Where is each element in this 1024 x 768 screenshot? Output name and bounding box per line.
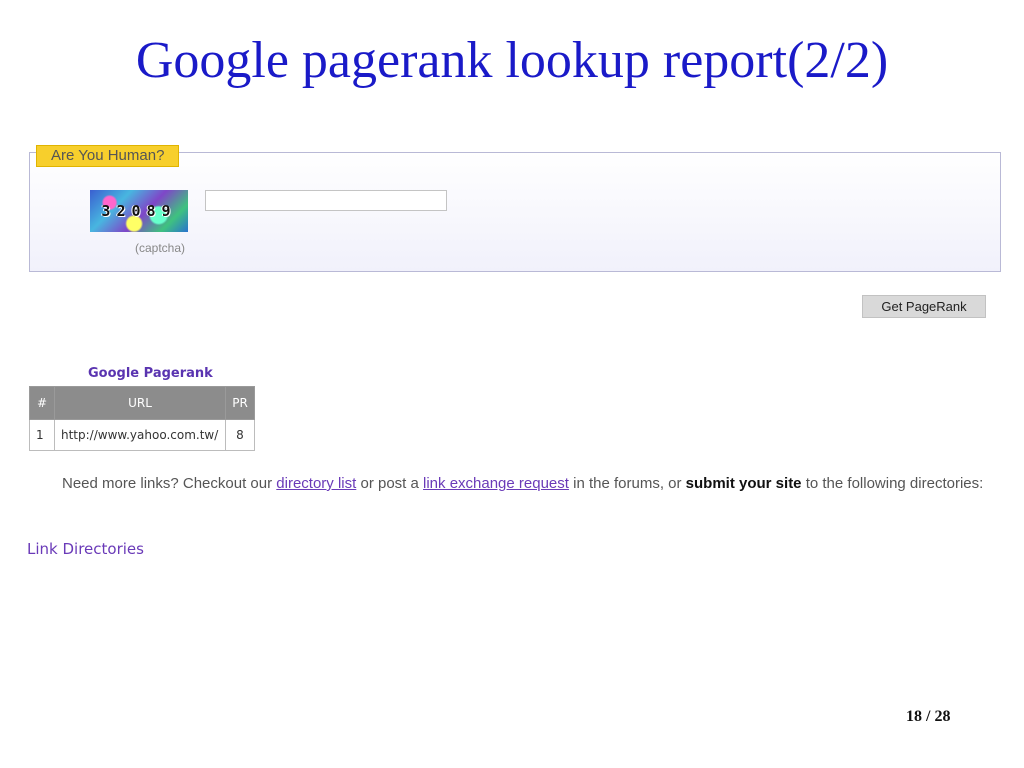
header-index: # [29,386,55,420]
get-pagerank-button[interactable]: Get PageRank [862,295,986,318]
link-directories-link[interactable]: Link Directories [27,540,144,558]
captcha-input[interactable] [205,190,447,211]
captcha-caption: (captcha) [135,241,186,255]
submit-your-site-text: submit your site [685,475,802,492]
para-text-4: to the following directories: [801,475,984,492]
row-url: http://www.yahoo.com.tw/ [54,419,226,451]
header-url: URL [54,386,226,420]
slide-title: Google pagerank lookup report(2/2) [135,32,889,89]
link-exchange-request-link[interactable]: link exchange request [423,475,569,492]
more-links-paragraph: Need more links? Checkout our directory … [29,472,1001,495]
table-row: 1 http://www.yahoo.com.tw/ 8 [29,419,255,451]
row-pr: 8 [225,419,255,451]
para-text-2: or post a [356,475,424,492]
para-text-1: Need more links? Checkout our [62,475,277,492]
page-number: 18 / 28 [906,708,951,725]
directory-list-link[interactable]: directory list [276,475,356,492]
table-header-row: # URL PR [29,386,255,420]
pagerank-table: # URL PR 1 http://www.yahoo.com.tw/ 8 [29,386,255,451]
row-index: 1 [29,419,55,451]
captcha-legend: Are You Human? [36,145,180,167]
results-title: Google Pagerank [88,366,213,381]
captcha-code: 32089 [101,202,177,220]
captcha-image: 32089 [90,190,188,232]
para-text-3: in the forums, or [568,475,686,492]
header-pr: PR [225,386,255,420]
